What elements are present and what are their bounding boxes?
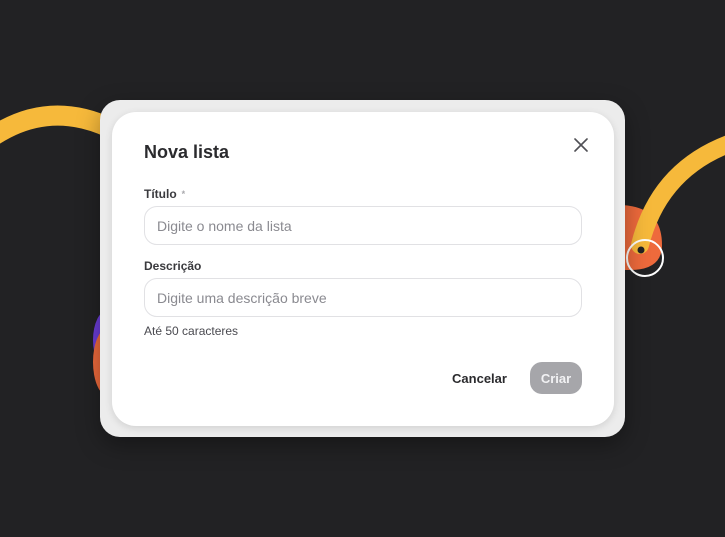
dialog-title: Nova lista (144, 142, 230, 162)
yellow-arc-left (0, 105, 120, 144)
yellow-arc-right (631, 135, 725, 254)
title-input[interactable] (144, 206, 582, 245)
close-button[interactable] (568, 132, 594, 158)
title-label-text: Título (144, 187, 177, 201)
description-field-label: Descrição (144, 259, 202, 273)
title-field-label: Título * (144, 187, 185, 201)
description-input[interactable] (144, 278, 582, 317)
dialog-frame: Nova lista Título * Descrição Até 50 cara… (100, 100, 625, 437)
dark-dot (637, 246, 645, 254)
create-button[interactable]: Criar (530, 362, 582, 394)
close-icon (574, 138, 588, 152)
required-marker: * (181, 189, 186, 199)
description-hint: Até 50 caracteres (144, 324, 239, 338)
new-list-dialog: Nova lista Título * Descrição Até 50 cara… (112, 112, 614, 426)
cancel-button[interactable]: Cancelar (442, 362, 517, 394)
